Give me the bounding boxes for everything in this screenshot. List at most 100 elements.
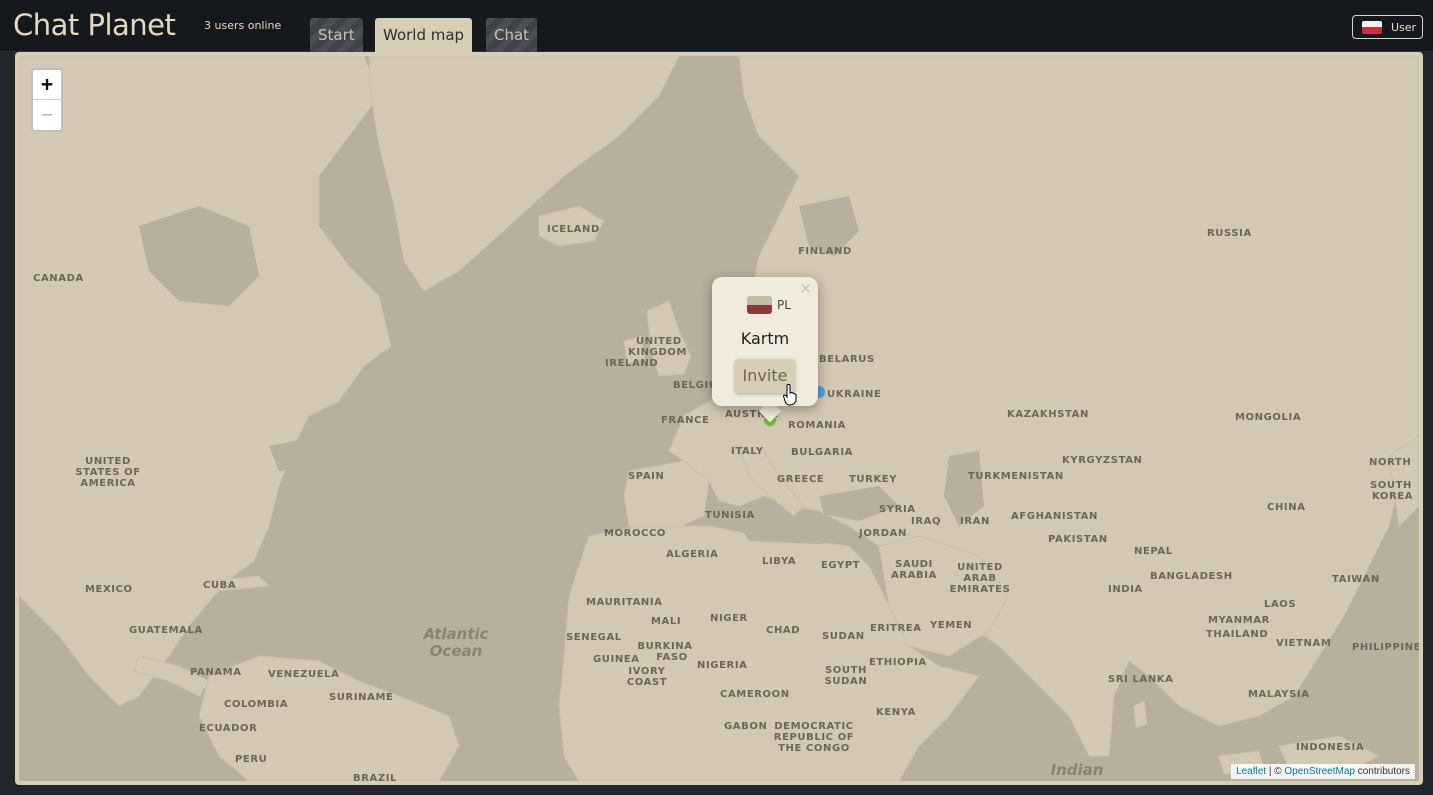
map-label: YEMEN bbox=[930, 620, 973, 631]
map-label: MEXICO bbox=[85, 584, 133, 595]
map-label: ARABIA bbox=[891, 570, 937, 581]
map-label: GUINEA bbox=[593, 654, 640, 665]
map-label: REPUBLIC OF bbox=[773, 732, 855, 743]
map-label: KYRGYZSTAN bbox=[1062, 455, 1143, 466]
map-label: SAUDI bbox=[895, 559, 933, 570]
map-label: NEPAL bbox=[1134, 546, 1173, 557]
map-label: BULGARIA bbox=[791, 447, 854, 458]
map-label: BURKINA bbox=[637, 641, 693, 652]
map-label: KENYA bbox=[876, 707, 916, 718]
map-label: IRAQ bbox=[911, 516, 942, 527]
map-label: PAKISTAN bbox=[1048, 534, 1108, 545]
map-label: IRAN bbox=[960, 516, 990, 527]
map-label: CAMEROON bbox=[720, 689, 790, 700]
map-label: KAZAKHSTAN bbox=[1007, 409, 1089, 420]
map-label: MOROCCO bbox=[604, 528, 667, 539]
map-label: NIGER bbox=[710, 613, 748, 624]
map-label: NORTH bbox=[1369, 457, 1412, 468]
map-label: JORDAN bbox=[859, 528, 907, 539]
map-label: MALAYSIA bbox=[1248, 689, 1310, 700]
map-label: BRAZIL bbox=[353, 773, 398, 784]
map-label: MONGOLIA bbox=[1235, 412, 1302, 423]
map-label: UKRAINE bbox=[827, 389, 882, 400]
map-label: CANADA bbox=[33, 273, 84, 284]
map-label: INDIA bbox=[1108, 584, 1143, 595]
map-label: SOUTH bbox=[1370, 480, 1413, 491]
map-label: PHILIPPINES bbox=[1352, 642, 1423, 653]
map-label: EMIRATES bbox=[949, 584, 1011, 595]
map-label: BELARUS bbox=[819, 354, 875, 365]
map-label: TURKEY bbox=[849, 474, 898, 485]
map-label: AMERICA bbox=[80, 478, 136, 489]
map-label: THAILAND bbox=[1206, 629, 1269, 640]
map-label: CUBA bbox=[203, 580, 237, 591]
top-bar: Chat Planet 3 users online Start World m… bbox=[0, 0, 1433, 52]
map-label: ROMANIA bbox=[788, 420, 846, 431]
map-label: SPAIN bbox=[628, 471, 665, 482]
map-label: CHINA bbox=[1267, 502, 1306, 513]
map-label: VENEZUELA bbox=[268, 669, 340, 680]
leaflet-link[interactable]: Leaflet bbox=[1236, 766, 1266, 777]
map-label: RUSSIA bbox=[1207, 228, 1252, 239]
map-label: TUNISIA bbox=[705, 510, 755, 521]
map-label: SURINAME bbox=[329, 692, 394, 703]
tab-chat[interactable]: Chat bbox=[486, 18, 538, 52]
map-label: BANGLADESH bbox=[1150, 571, 1233, 582]
map-label: ERITREA bbox=[870, 623, 922, 634]
map-label: UNITED bbox=[636, 336, 682, 347]
map-label: MAURITANIA bbox=[586, 597, 663, 608]
close-icon[interactable]: × bbox=[799, 279, 812, 297]
user-button-label: User bbox=[1391, 20, 1417, 34]
map-label: ARAB bbox=[963, 573, 997, 584]
map-label: ITALY bbox=[731, 446, 764, 457]
country-code: PL bbox=[777, 298, 791, 312]
zoom-in-button[interactable]: + bbox=[33, 70, 61, 100]
user-menu-button[interactable]: User bbox=[1352, 15, 1423, 39]
poland-flag-icon bbox=[1362, 20, 1382, 34]
map-label: KOREA bbox=[1372, 491, 1414, 502]
map-label: ALGERIA bbox=[666, 549, 719, 560]
popup-username: Kartm bbox=[740, 329, 790, 348]
attribution-suffix: contributors bbox=[1354, 766, 1410, 777]
map-label: FINLAND bbox=[798, 246, 852, 257]
user-popup: × PL Kartm Invite bbox=[712, 277, 818, 406]
map-label: PANAMA bbox=[190, 667, 242, 678]
hand-cursor-icon bbox=[783, 384, 797, 406]
map-label: GABON bbox=[724, 721, 768, 732]
map-label: LAOS bbox=[1264, 599, 1297, 610]
map-label: CHAD bbox=[766, 625, 801, 636]
map-label: TAIWAN bbox=[1332, 574, 1380, 585]
tab-start[interactable]: Start bbox=[310, 18, 363, 52]
openstreetmap-link[interactable]: OpenStreetMap bbox=[1284, 766, 1355, 777]
map-label: COLOMBIA bbox=[224, 699, 289, 710]
map-label: ECUADOR bbox=[199, 723, 258, 734]
attribution-separator: | © bbox=[1266, 766, 1285, 777]
map-label: KINGDOM bbox=[628, 347, 687, 358]
map-label: SUDAN bbox=[822, 631, 865, 642]
map-label: MYANMAR bbox=[1208, 615, 1270, 626]
ocean-label-indian: Indian bbox=[1050, 761, 1104, 779]
map-label: IVORY bbox=[628, 666, 666, 677]
map-label: UNITED bbox=[957, 562, 1003, 573]
world-map[interactable]: + − ICELAND FINLAND RUSSIA CANADA UNITED… bbox=[15, 52, 1423, 785]
tab-world-map[interactable]: World map bbox=[375, 18, 473, 52]
map-label: GUATEMALA bbox=[129, 625, 203, 636]
map-label: PERU bbox=[235, 754, 268, 765]
map-label: IRELAND bbox=[605, 358, 659, 369]
map-label: NIGERIA bbox=[697, 660, 748, 671]
map-label: MALI bbox=[651, 616, 682, 627]
map-label: EGYPT bbox=[821, 560, 861, 571]
map-label: STATES OF bbox=[75, 467, 141, 478]
map-label: TURKMENISTAN bbox=[968, 471, 1064, 482]
map-label: LIBYA bbox=[762, 556, 797, 567]
poland-flag-icon bbox=[747, 296, 772, 314]
map-label: COAST bbox=[626, 677, 668, 688]
zoom-out-button[interactable]: − bbox=[33, 100, 61, 130]
map-label: GREECE bbox=[777, 474, 825, 485]
app-title: Chat Planet bbox=[13, 8, 176, 42]
map-label: UNITED bbox=[85, 456, 131, 467]
map-label: SYRIA bbox=[879, 504, 916, 515]
map-label: INDONESIA bbox=[1296, 742, 1365, 753]
map-label: VIETNAM bbox=[1276, 638, 1332, 649]
map-label: SRI LANKA bbox=[1108, 674, 1174, 685]
